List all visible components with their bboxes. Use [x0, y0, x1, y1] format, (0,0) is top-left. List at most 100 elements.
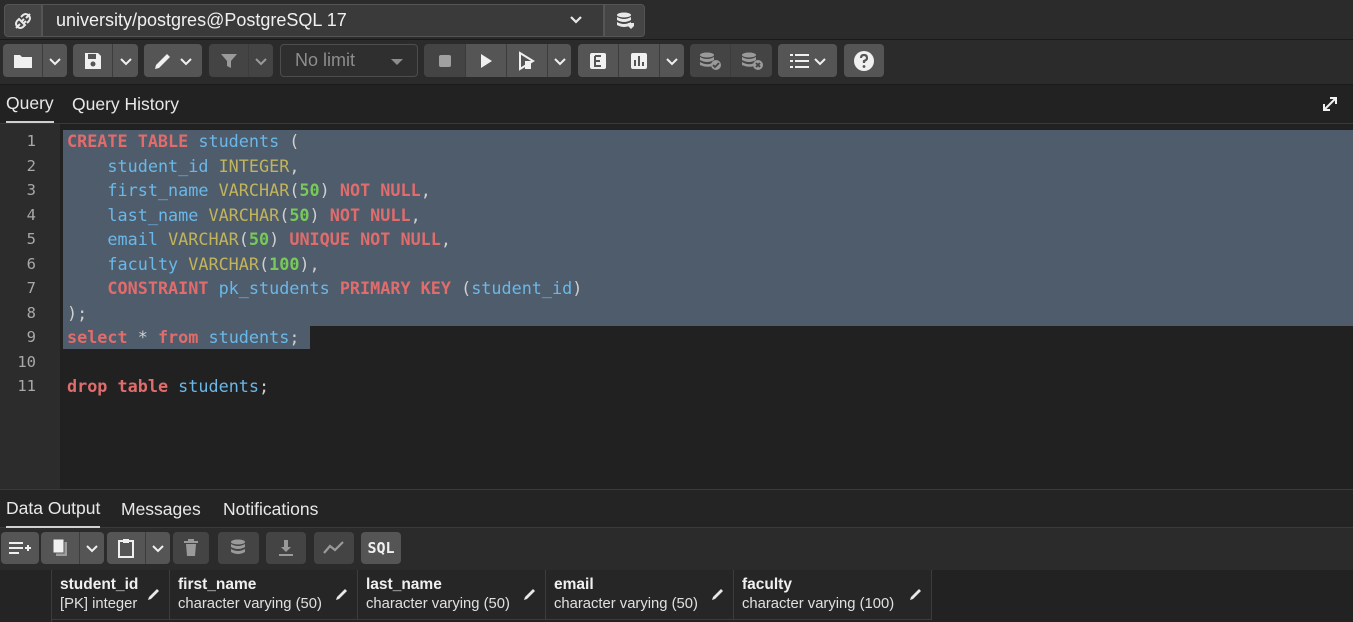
query-tabs: Query Query History: [0, 85, 1353, 124]
code-line: last_name VARCHAR(50) NOT NULL,: [107, 204, 421, 225]
connection-label: university/postgres@PostgreSQL 17: [56, 10, 347, 30]
save-data-button[interactable]: [218, 532, 259, 564]
execute-button[interactable]: [466, 44, 507, 77]
copy-dropdown[interactable]: [80, 532, 104, 564]
trash-icon: [184, 539, 198, 556]
line-number: 7: [26, 279, 36, 297]
chevron-down-icon: [570, 16, 582, 24]
chevron-down-icon: [49, 57, 61, 65]
output-toolbar: SQL: [0, 528, 1353, 570]
execute-script-button[interactable]: [507, 44, 548, 77]
sql-button[interactable]: SQL: [361, 532, 401, 564]
tab-query[interactable]: Query: [6, 85, 54, 123]
plug-icon: [15, 12, 31, 29]
open-file-dropdown[interactable]: [43, 44, 67, 77]
line-number: 9: [26, 328, 36, 346]
edit-icon[interactable]: [523, 587, 537, 601]
sql-editor[interactable]: 1 2 3 4 5 6 7 8 9 10 11 CREATE TABLE stu…: [0, 124, 1353, 489]
paste-button[interactable]: [107, 532, 146, 564]
column-header-student-id[interactable]: student_id [PK] integer: [52, 570, 170, 620]
edit-icon[interactable]: [147, 587, 161, 601]
play-icon: [481, 53, 492, 68]
explain-dropdown[interactable]: [660, 44, 684, 77]
tab-data-output[interactable]: Data Output: [6, 490, 101, 528]
database-save-icon: [230, 539, 245, 554]
edit-icon[interactable]: [909, 587, 923, 601]
explain-analyze-button[interactable]: [619, 44, 660, 77]
row-limit-select[interactable]: No limit: [280, 44, 418, 77]
line-number: 5: [26, 230, 36, 248]
grid-corner-cell[interactable]: [0, 570, 52, 622]
list-icon: [789, 53, 809, 68]
column-header-faculty[interactable]: faculty character varying (100): [734, 570, 932, 620]
tab-query-history[interactable]: Query History: [72, 85, 179, 123]
save-file-dropdown[interactable]: [113, 44, 138, 77]
query-toolbar: No limit: [0, 40, 1353, 85]
edit-icon[interactable]: [711, 587, 725, 601]
connection-select[interactable]: university/postgres@PostgreSQL 17: [42, 4, 604, 37]
folder-icon: [13, 54, 32, 68]
code-line: select * from students;: [67, 327, 300, 347]
macros-button[interactable]: [778, 44, 837, 77]
database-check-icon: [700, 52, 721, 70]
save-file-button[interactable]: [73, 44, 113, 77]
commit-button[interactable]: [690, 44, 731, 77]
database-icon: [616, 12, 634, 29]
code-line: drop table students;: [67, 376, 270, 396]
clipboard-icon: [118, 539, 134, 558]
add-row-button[interactable]: [1, 532, 39, 564]
chevron-down-icon: [553, 57, 566, 65]
line-number: 8: [26, 303, 36, 322]
download-icon: [279, 540, 293, 556]
line-number: 10: [17, 352, 36, 371]
copy-button[interactable]: [41, 532, 80, 564]
chevron-down-icon: [152, 545, 164, 553]
line-number-gutter: 1 2 3 4 5 6 7 8 9 10 11: [0, 124, 60, 489]
line-number: 11: [17, 377, 36, 395]
open-file-button[interactable]: [3, 44, 43, 77]
code-line: student_id INTEGER,: [107, 155, 300, 176]
help-button[interactable]: [844, 44, 884, 77]
filter-dropdown[interactable]: [249, 44, 273, 77]
expand-icon[interactable]: [1321, 95, 1339, 113]
line-chart-icon: [323, 541, 344, 554]
caret-down-icon: [391, 59, 403, 65]
code-line: faculty VARCHAR(100),: [107, 253, 320, 274]
row-limit-value: No limit: [295, 50, 356, 70]
paste-dropdown[interactable]: [146, 532, 170, 564]
line-number: 2: [26, 156, 36, 175]
graph-visualiser-button[interactable]: [314, 532, 354, 564]
line-number: 1: [26, 132, 36, 150]
code-line: CONSTRAINT pk_students PRIMARY KEY (stud…: [107, 278, 583, 298]
edit-icon[interactable]: [335, 587, 349, 601]
line-number: 3: [26, 181, 36, 199]
explain-icon: [590, 52, 606, 69]
chart-bar-icon: [631, 52, 647, 69]
edit-menu-button[interactable]: [144, 44, 202, 77]
play-script-icon: [519, 50, 535, 71]
pencil-icon: [155, 53, 170, 69]
chevron-down-icon: [119, 57, 132, 65]
rollback-button[interactable]: [731, 44, 772, 77]
column-header-last-name[interactable]: last_name character varying (50): [358, 570, 546, 620]
copy-icon: [52, 538, 67, 556]
delete-row-button[interactable]: [173, 532, 209, 564]
download-button[interactable]: [266, 532, 306, 564]
line-number: 6: [26, 254, 36, 273]
explain-button[interactable]: [578, 44, 619, 77]
code-line: );: [67, 302, 88, 323]
filter-button[interactable]: [209, 44, 249, 77]
tab-messages[interactable]: Messages: [121, 490, 201, 528]
chevron-down-icon: [666, 57, 678, 65]
code-line: CREATE TABLE students (: [67, 131, 300, 151]
sql-label: SQL: [367, 539, 395, 557]
connection-bar: university/postgres@PostgreSQL 17: [0, 0, 1353, 40]
connection-status-button[interactable]: [4, 4, 42, 37]
tab-notifications[interactable]: Notifications: [223, 490, 318, 528]
code-line: email VARCHAR(50) UNIQUE NOT NULL,: [107, 229, 452, 249]
new-connection-button[interactable]: [604, 4, 645, 37]
stop-query-button[interactable]: [424, 44, 466, 77]
execute-dropdown[interactable]: [548, 44, 571, 77]
column-header-first-name[interactable]: first_name character varying (50): [170, 570, 358, 620]
column-header-email[interactable]: email character varying (50): [546, 570, 734, 620]
